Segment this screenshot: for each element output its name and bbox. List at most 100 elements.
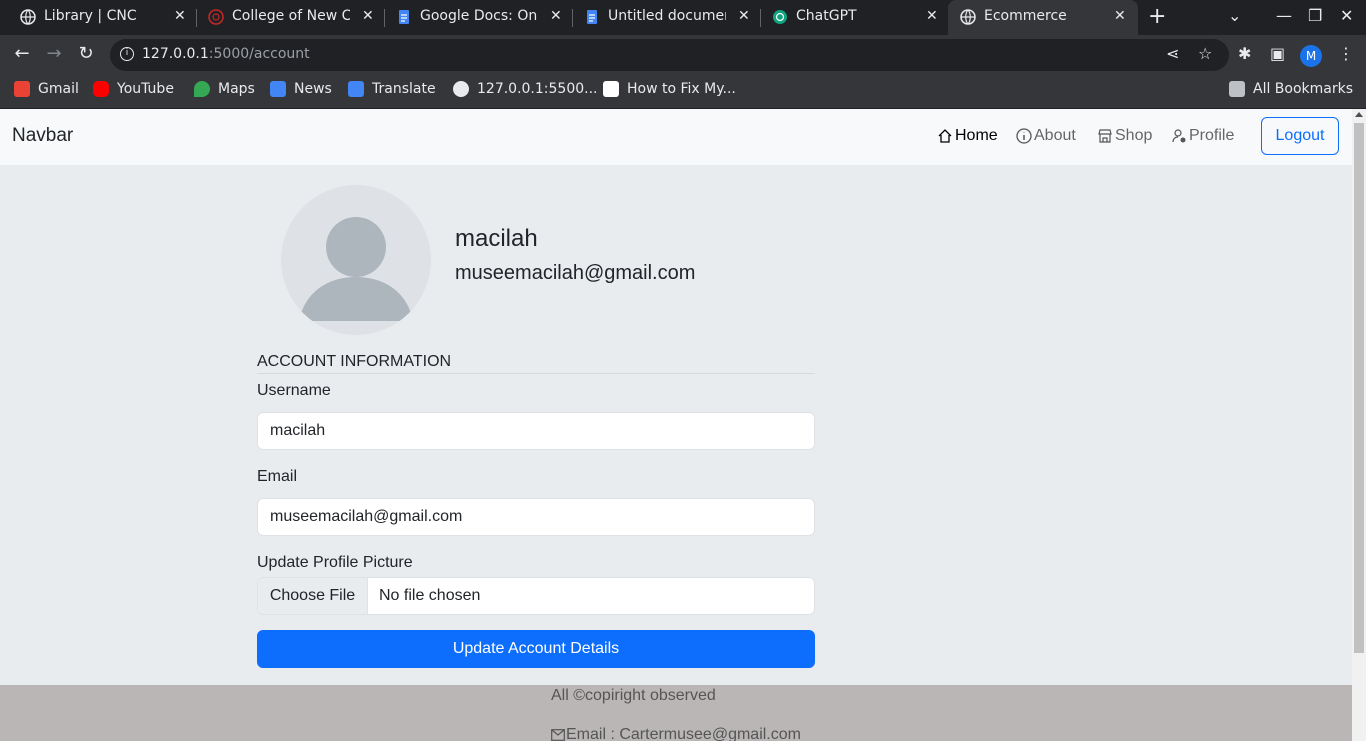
bookmark-translate[interactable]: Translate — [348, 81, 436, 97]
profile-avatar[interactable]: M — [1300, 45, 1322, 67]
translate-icon — [348, 81, 364, 97]
account-info-heading: ACCOUNT INFORMATION — [257, 353, 815, 374]
globe-icon — [453, 81, 469, 97]
minimize-icon[interactable]: — — [1276, 6, 1292, 25]
nav-shop-label: Shop — [1115, 127, 1153, 144]
back-icon[interactable]: ← — [10, 43, 34, 64]
reload-icon[interactable]: ↻ — [74, 43, 98, 64]
close-window-icon[interactable]: ✕ — [1340, 6, 1353, 25]
browser-tab[interactable]: Untitled documen ✕ — [564, 0, 760, 35]
bookmark-label: Gmail — [38, 81, 79, 97]
page-icon — [603, 81, 619, 97]
new-tab-icon[interactable]: + — [1148, 4, 1166, 29]
bookmark-star-icon[interactable]: ☆ — [1198, 44, 1212, 63]
bookmark-localhost[interactable]: 127.0.0.1:5500... — [453, 81, 598, 97]
side-panel-icon[interactable]: ▣ — [1270, 44, 1285, 63]
restore-icon[interactable]: ❐ — [1308, 6, 1322, 25]
nav-home-label: Home — [955, 127, 998, 144]
bookmark-label: 127.0.0.1:5500... — [477, 81, 598, 97]
shop-icon — [1098, 129, 1112, 143]
nav-profile-label: Profile — [1189, 127, 1235, 144]
nav-home[interactable]: Home — [937, 127, 998, 145]
bookmark-maps[interactable]: Maps — [194, 81, 255, 97]
bookmarks-bar: Gmail YouTube Maps News Translate 127.0.… — [0, 73, 1366, 109]
close-tab-icon[interactable]: ✕ — [550, 8, 562, 24]
profile-picture-file-input[interactable]: Choose File No file chosen — [257, 577, 815, 615]
tab-search-icon[interactable]: ⌄ — [1228, 6, 1241, 25]
youtube-icon — [93, 81, 109, 97]
tab-title: Untitled documen — [608, 8, 726, 24]
tab-title: Library | CNC — [44, 8, 137, 24]
scroll-thumb[interactable] — [1354, 123, 1364, 653]
profile-email: museemacilah@gmail.com — [455, 262, 696, 284]
file-status: No file chosen — [379, 587, 481, 604]
default-avatar-icon — [299, 217, 413, 321]
username-field[interactable]: macilah — [257, 412, 815, 450]
nav-profile[interactable]: Profile — [1171, 127, 1234, 145]
nav-about[interactable]: About — [1016, 127, 1076, 145]
nav-shop[interactable]: Shop — [1097, 127, 1152, 145]
update-account-button[interactable]: Update Account Details — [257, 630, 815, 668]
bookmark-label: How to Fix My... — [627, 81, 736, 97]
close-tab-icon[interactable]: ✕ — [1114, 8, 1126, 24]
menu-icon[interactable]: ⋮ — [1338, 44, 1354, 63]
all-bookmarks-label: All Bookmarks — [1253, 81, 1354, 97]
news-icon — [270, 81, 286, 97]
college-icon — [208, 9, 224, 25]
chatgpt-icon — [773, 10, 787, 24]
browser-tab[interactable]: Google Docs: Onl ✕ — [376, 0, 572, 35]
globe-icon — [20, 9, 36, 25]
site-footer: All ©copiright observed Email : Cartermu… — [0, 685, 1352, 741]
choose-file-button[interactable]: Choose File — [258, 578, 368, 614]
logout-button[interactable]: Logout — [1261, 117, 1339, 155]
profile-username: macilah — [455, 225, 538, 252]
docs-icon — [399, 10, 409, 24]
globe-icon — [960, 9, 976, 25]
bookmark-label: Translate — [372, 81, 436, 97]
page-scrollbar[interactable] — [1352, 109, 1366, 741]
copyright-text: All ©copiright observed — [551, 687, 716, 704]
tab-title: Ecommerce — [984, 8, 1067, 24]
tab-title: College of New Ca — [232, 8, 350, 24]
maps-icon — [194, 81, 210, 97]
email-field[interactable]: museemacilah@gmail.com — [257, 498, 815, 536]
site-navbar: Navbar Home About Shop Profile Logout — [0, 109, 1352, 165]
navbar-brand[interactable]: Navbar — [12, 125, 73, 147]
extensions-icon[interactable]: ✱ — [1238, 44, 1251, 63]
close-tab-icon[interactable]: ✕ — [174, 8, 186, 24]
bookmark-how-to-fix[interactable]: How to Fix My... — [603, 81, 736, 97]
browser-tab-active[interactable]: Ecommerce ✕ — [948, 0, 1138, 35]
username-label: Username — [257, 382, 331, 399]
gmail-icon — [14, 81, 30, 97]
envelope-icon — [551, 729, 565, 741]
site-info-icon[interactable]: i — [120, 47, 134, 61]
bookmark-youtube[interactable]: YouTube — [93, 81, 174, 97]
all-bookmarks[interactable]: All Bookmarks — [1229, 81, 1353, 97]
folder-icon — [1229, 81, 1245, 97]
browser-tab[interactable]: Library | CNC ✕ — [0, 0, 196, 35]
info-circle-icon — [1016, 128, 1032, 144]
profile-picture — [281, 185, 431, 335]
close-tab-icon[interactable]: ✕ — [926, 8, 938, 24]
close-tab-icon[interactable]: ✕ — [362, 8, 374, 24]
scroll-up-arrow-icon[interactable] — [1355, 112, 1363, 117]
forward-icon[interactable]: → — [42, 43, 66, 64]
person-gear-icon — [1172, 129, 1186, 143]
share-icon[interactable]: ⋖ — [1166, 44, 1179, 63]
bookmark-label: YouTube — [117, 81, 174, 97]
footer-email-text: Email : Cartermusee@gmail.com — [566, 726, 801, 741]
bookmark-label: News — [294, 81, 332, 97]
browser-tab[interactable]: College of New Ca ✕ — [188, 0, 384, 35]
docs-icon — [587, 10, 597, 24]
url-text[interactable]: 127.0.0.1:5000/account — [142, 46, 310, 62]
bookmark-news[interactable]: News — [270, 81, 332, 97]
email-label: Email — [257, 468, 298, 485]
tab-title: ChatGPT — [796, 8, 857, 24]
address-bar[interactable]: i 127.0.0.1:5000/account ⋖ ☆ — [110, 39, 1229, 71]
browser-tab[interactable]: ChatGPT ✕ — [752, 0, 948, 35]
picture-label: Update Profile Picture — [257, 554, 413, 571]
close-tab-icon[interactable]: ✕ — [738, 8, 750, 24]
bookmark-gmail[interactable]: Gmail — [14, 81, 79, 97]
account-page: macilah museemacilah@gmail.com ACCOUNT I… — [0, 165, 1352, 685]
footer-email: Email : Cartermusee@gmail.com — [551, 726, 801, 741]
